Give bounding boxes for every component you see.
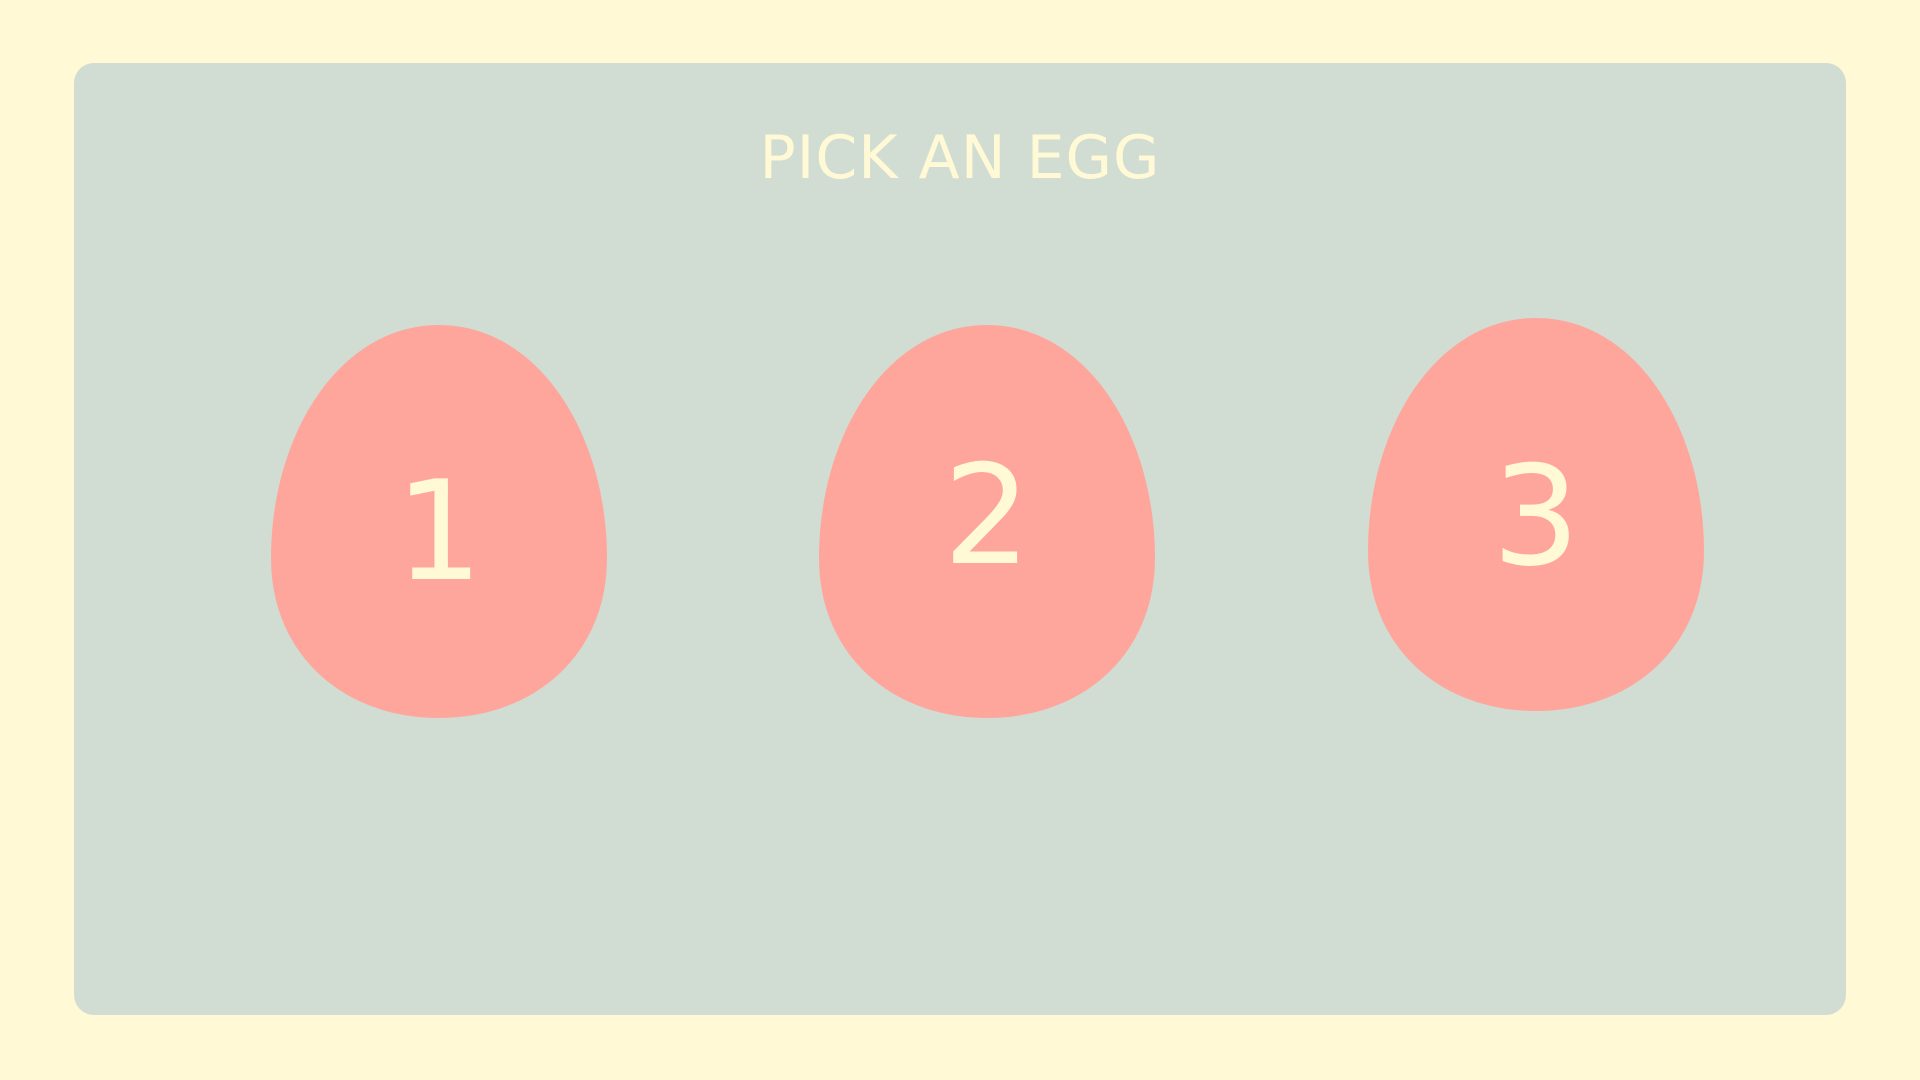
egg-2-button[interactable]: 2 bbox=[817, 325, 1157, 718]
egg-3-button[interactable]: 3 bbox=[1366, 318, 1706, 711]
egg-2-label: 2 bbox=[943, 435, 1031, 596]
egg-1-label: 1 bbox=[395, 451, 483, 612]
game-title: PICK AN EGG bbox=[759, 123, 1161, 193]
egg-3-label: 3 bbox=[1492, 436, 1580, 597]
egg-1-button[interactable]: 1 bbox=[269, 325, 609, 718]
